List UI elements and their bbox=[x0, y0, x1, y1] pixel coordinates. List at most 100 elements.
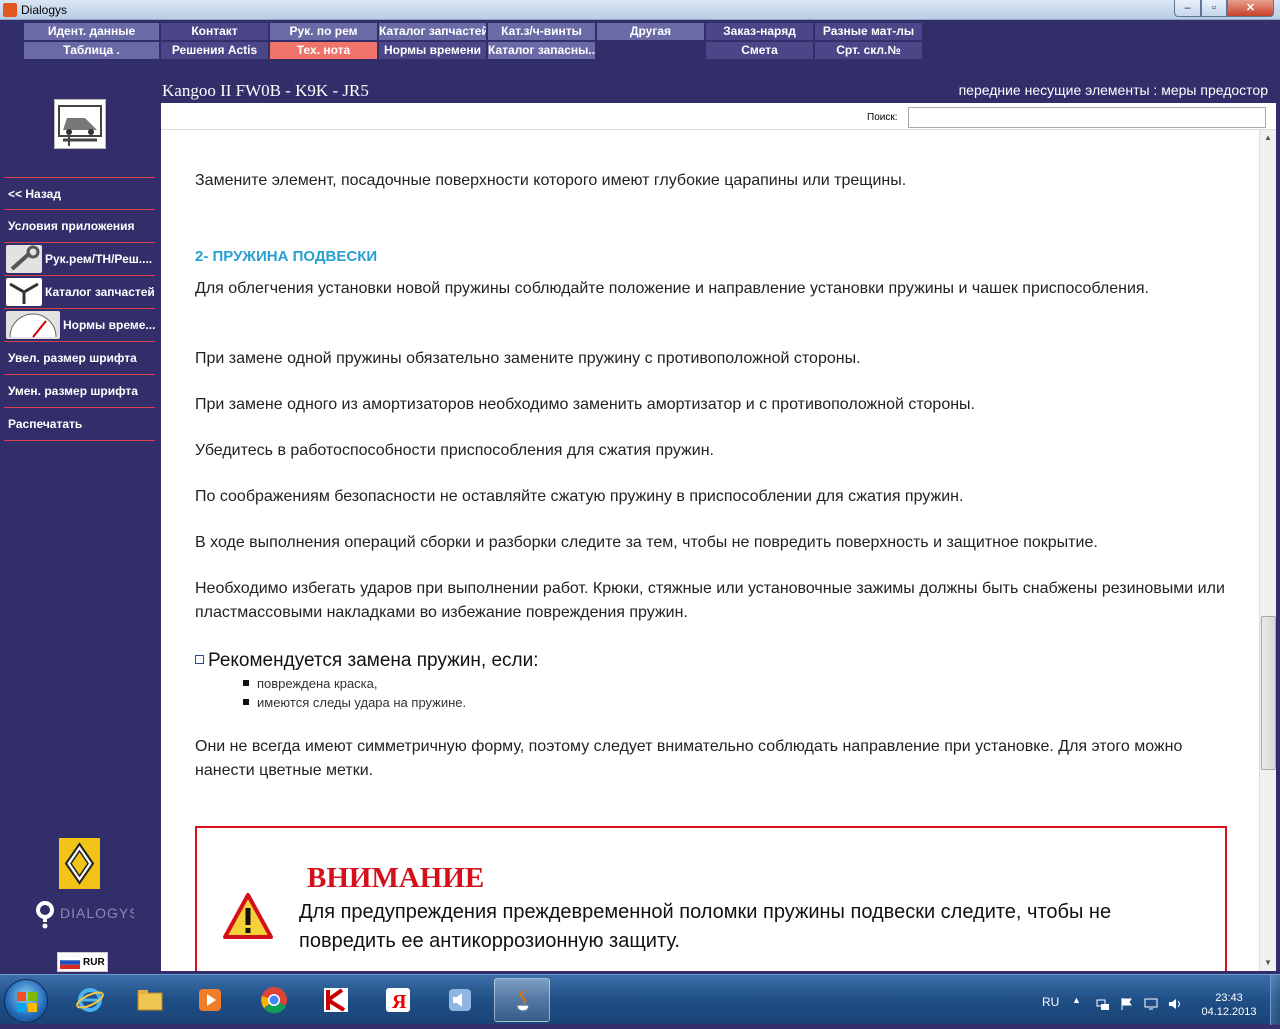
warning-title: ВНИМАНИЕ bbox=[307, 862, 485, 894]
menu-repair-manual[interactable]: Рук. по рем bbox=[270, 23, 377, 40]
taskbar-chrome[interactable] bbox=[246, 978, 302, 1022]
sidebar-item-print[interactable]: Распечатать bbox=[4, 408, 155, 441]
clock[interactable]: 23:43 04.12.2013 bbox=[1198, 991, 1260, 1019]
vehicle-title: Kangoo II FW0B - K9K - JR5 bbox=[162, 81, 369, 100]
vertical-scrollbar[interactable]: ▲ ▼ bbox=[1259, 130, 1276, 971]
menu-table[interactable]: Таблица . bbox=[24, 42, 159, 59]
menu-misc-materials[interactable]: Разные мат-лы bbox=[815, 23, 922, 40]
taskbar-explorer[interactable] bbox=[122, 978, 178, 1022]
warning-text: Для предупреждения преждевременной полом… bbox=[299, 901, 1112, 952]
system-tray: RU ▲ 23:43 04.12.2013 bbox=[1036, 975, 1280, 1025]
paragraph: Необходимо избегать ударов при выполнени… bbox=[195, 580, 1225, 621]
menu-ident-data[interactable]: Идент. данные bbox=[24, 23, 159, 40]
bullet-icon bbox=[243, 699, 249, 705]
chrome-icon bbox=[261, 987, 287, 1014]
taskbar-kaspersky[interactable] bbox=[308, 978, 364, 1022]
warning-triangle-icon bbox=[223, 892, 273, 945]
title-bar: Dialogys – ▫ ✕ bbox=[0, 0, 1280, 20]
taskbar-speaker[interactable] bbox=[432, 978, 488, 1022]
minimize-button[interactable]: – bbox=[1174, 0, 1201, 17]
paragraph: Замените элемент, посадочные поверхности… bbox=[195, 172, 907, 189]
taskbar-ie[interactable] bbox=[62, 978, 118, 1022]
window-title: Dialogys bbox=[21, 3, 68, 17]
taskbar-java-dialogys[interactable] bbox=[494, 978, 550, 1022]
scroll-down-icon[interactable]: ▼ bbox=[1260, 955, 1276, 971]
menu-parts-catalog[interactable]: Каталог запчастей bbox=[379, 23, 486, 40]
paragraph: Они не всегда имеют симметричную форму, … bbox=[195, 738, 1183, 779]
sidebar-item-label: Нормы време... bbox=[63, 318, 155, 332]
paragraph: Убедитесь в работоспособности приспособл… bbox=[195, 442, 714, 459]
menu-stock-no[interactable]: Срт. скл.№ bbox=[815, 42, 922, 59]
menu-spare-catalog[interactable]: Каталог запасны... bbox=[488, 42, 595, 59]
content-panel: Поиск: Замените элемент, посадочные пове… bbox=[161, 103, 1276, 971]
windows-logo-icon bbox=[17, 992, 37, 1012]
paragraph: При замене одной пружины обязательно зам… bbox=[195, 350, 861, 367]
list-item: имеются следы удара на пружине. bbox=[243, 695, 466, 710]
paragraph: Для облегчения установки новой пружины с… bbox=[195, 280, 1149, 297]
paragraph: По соображениям безопасности не оставляй… bbox=[195, 488, 964, 505]
clock-time: 23:43 bbox=[1215, 992, 1243, 1004]
sidebar-item-repair-manual[interactable]: Рук.рем/ТН/Реш.... bbox=[4, 243, 155, 276]
menu-tech-note[interactable]: Тех. нота bbox=[270, 42, 377, 59]
media-player-icon bbox=[199, 989, 221, 1011]
sidebar-item-increase-font[interactable]: Увел. размер шрифта bbox=[4, 342, 155, 375]
kaspersky-icon bbox=[324, 988, 348, 1012]
java-icon bbox=[516, 990, 530, 1012]
sidebar-item-back[interactable]: << Назад bbox=[4, 177, 155, 210]
sidebar-item-decrease-font[interactable]: Умен. размер шрифта bbox=[4, 375, 155, 408]
gauge-icon bbox=[6, 311, 60, 339]
app-window: Dialogys – ▫ ✕ Идент. данные Контакт Рук… bbox=[0, 0, 1280, 974]
internet-explorer-icon bbox=[76, 988, 104, 1012]
sidebar: << Назад Условия приложения Рук.рем/ТН/Р… bbox=[4, 177, 155, 441]
volume-icon[interactable] bbox=[1168, 997, 1182, 1011]
yandex-icon: Я bbox=[386, 988, 410, 1013]
dialogys-text: DIALOGYS bbox=[60, 905, 134, 921]
russia-flag-icon bbox=[60, 956, 80, 969]
scroll-up-icon[interactable]: ▲ bbox=[1260, 130, 1276, 146]
sidebar-item-label: Рук.рем/ТН/Реш.... bbox=[45, 252, 153, 266]
menu-actis-solutions[interactable]: Решения Actis bbox=[161, 42, 268, 59]
language-flag[interactable]: RUR bbox=[57, 952, 108, 972]
sidebar-item-parts-catalog[interactable]: Каталог запчастей bbox=[4, 276, 155, 309]
close-button[interactable]: ✕ bbox=[1227, 0, 1274, 17]
paragraph: При замене одного из амортизаторов необх… bbox=[195, 396, 975, 413]
renault-logo bbox=[59, 838, 100, 889]
menu-labor-times[interactable]: Нормы времени bbox=[379, 42, 486, 59]
keyboard-language[interactable]: RU bbox=[1042, 995, 1059, 1009]
warning-box: ВНИМАНИЕ Для предупреждения преждевремен… bbox=[195, 826, 1227, 971]
display-icon[interactable] bbox=[1144, 997, 1158, 1011]
recommendation-heading: Рекомендуется замена пружин, если: bbox=[195, 650, 539, 672]
search-bar: Поиск: bbox=[161, 103, 1276, 130]
menu-screws-catalog[interactable]: Кат.з/ч-винты bbox=[488, 23, 595, 40]
menu-other[interactable]: Другая bbox=[597, 23, 704, 40]
list-item: повреждена краска, bbox=[243, 676, 378, 691]
svg-text:Я: Я bbox=[392, 991, 407, 1013]
network-icon[interactable] bbox=[1096, 997, 1110, 1011]
speaker-icon bbox=[449, 989, 471, 1011]
action-center-flag-icon[interactable] bbox=[1120, 997, 1134, 1011]
show-hidden-icons[interactable]: ▲ bbox=[1072, 995, 1081, 1005]
taskbar: Я RU ▲ 23:43 04.12.2013 bbox=[0, 974, 1280, 1025]
language-code: RUR bbox=[83, 957, 105, 968]
scroll-thumb[interactable] bbox=[1261, 616, 1276, 770]
taskbar-yandex[interactable]: Я bbox=[370, 978, 426, 1022]
app-icon bbox=[3, 3, 17, 17]
search-input[interactable] bbox=[908, 107, 1266, 128]
menu-contact[interactable]: Контакт bbox=[161, 23, 268, 40]
sidebar-item-app-conditions[interactable]: Условия приложения bbox=[4, 210, 155, 243]
vehicle-logo bbox=[54, 99, 106, 149]
sidebar-item-labor-times[interactable]: Нормы време... bbox=[4, 309, 155, 342]
paragraph: В ходе выполнения операций сборки и разб… bbox=[195, 534, 1098, 551]
taskbar-media-player[interactable] bbox=[182, 978, 238, 1022]
section-title: передние несущие элементы : меры предост… bbox=[958, 82, 1268, 98]
show-desktop-button[interactable] bbox=[1270, 975, 1280, 1025]
start-button[interactable] bbox=[4, 979, 48, 1023]
suspension-icon bbox=[6, 278, 42, 306]
maximize-button[interactable]: ▫ bbox=[1201, 0, 1227, 17]
search-label: Поиск: bbox=[867, 112, 898, 123]
menu-work-order[interactable]: Заказ-наряд bbox=[706, 23, 813, 40]
wrench-icon bbox=[6, 245, 42, 273]
bullet-icon bbox=[243, 680, 249, 686]
menu-estimate[interactable]: Смета bbox=[706, 42, 813, 59]
dialogys-logo: DIALOGYS bbox=[34, 900, 139, 935]
